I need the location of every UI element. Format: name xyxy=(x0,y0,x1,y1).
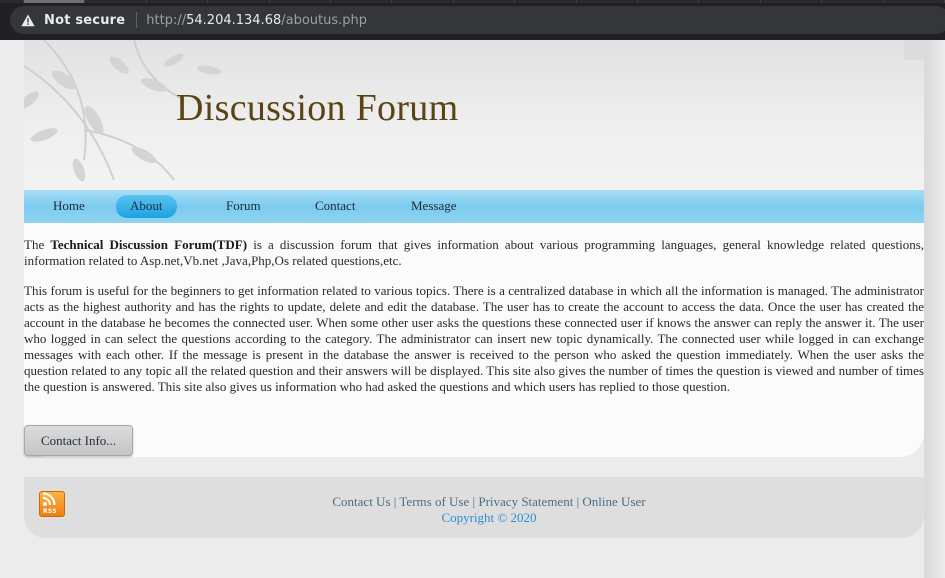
tab[interactable] xyxy=(576,0,639,3)
tab-strip xyxy=(0,0,945,3)
address-divider xyxy=(136,12,138,28)
tab[interactable] xyxy=(208,0,270,3)
tab[interactable] xyxy=(331,0,393,3)
tab[interactable] xyxy=(699,0,761,3)
about-body-paragraph: This forum is useful for the beginners t… xyxy=(24,283,924,394)
main-nav: Home About Forum Contact Message xyxy=(24,190,924,223)
header-corner xyxy=(904,40,924,60)
copyright: Copyright © 2020 xyxy=(441,510,537,525)
nav-about[interactable]: About xyxy=(116,194,177,218)
tab[interactable] xyxy=(85,0,147,3)
nav-forum[interactable]: Forum xyxy=(226,198,261,214)
footer-separator: | xyxy=(576,494,580,509)
intro-paragraph: The Technical Discussion Forum(TDF) is a… xyxy=(24,237,924,269)
tab[interactable] xyxy=(760,0,823,3)
nav-home[interactable]: Home xyxy=(53,198,85,214)
tab[interactable] xyxy=(269,0,332,3)
tab[interactable] xyxy=(392,0,454,3)
footer-link-contact-us[interactable]: Contact Us xyxy=(332,494,390,509)
tab[interactable] xyxy=(453,0,516,3)
site-header: Discussion Forum xyxy=(24,40,924,190)
site-title: Discussion Forum xyxy=(176,87,459,129)
tab[interactable] xyxy=(883,0,945,3)
site-footer: RSS Contact Us | Terms of Use | Privacy … xyxy=(24,477,924,538)
url-text[interactable]: http://54.204.134.68/aboutus.php xyxy=(146,13,367,28)
intro-prefix: The xyxy=(24,237,45,252)
contact-info-button[interactable]: Contact Info... xyxy=(24,425,133,456)
footer-link-online-user[interactable]: Online User xyxy=(582,494,645,509)
nav-message[interactable]: Message xyxy=(411,198,457,214)
tab[interactable] xyxy=(146,0,209,3)
nav-contact[interactable]: Contact xyxy=(315,198,355,214)
intro-forum-name: Technical Discussion Forum(TDF) xyxy=(50,237,248,252)
tab[interactable] xyxy=(822,0,884,3)
tab[interactable] xyxy=(515,0,577,3)
tab-active[interactable] xyxy=(24,0,86,3)
url-host: 54.204.134.68 xyxy=(186,12,282,28)
warning-icon[interactable] xyxy=(21,13,35,27)
url-scheme: http:// xyxy=(146,12,187,28)
page: Discussion Forum Home About Forum Contac… xyxy=(0,40,945,578)
security-label[interactable]: Not secure xyxy=(44,13,125,28)
footer-links: Contact Us | Terms of Use | Privacy Stat… xyxy=(24,494,945,510)
url-path: /aboutus.php xyxy=(281,12,368,28)
footer-separator: | xyxy=(472,494,476,509)
tab[interactable] xyxy=(638,0,700,3)
browser-chrome: Not secure http://54.204.134.68/aboutus.… xyxy=(0,0,945,40)
address-bar[interactable]: Not secure http://54.204.134.68/aboutus.… xyxy=(10,6,945,34)
footer-separator: | xyxy=(393,494,397,509)
footer-link-privacy[interactable]: Privacy Statement xyxy=(478,494,573,509)
footer-link-terms[interactable]: Terms of Use xyxy=(399,494,469,509)
